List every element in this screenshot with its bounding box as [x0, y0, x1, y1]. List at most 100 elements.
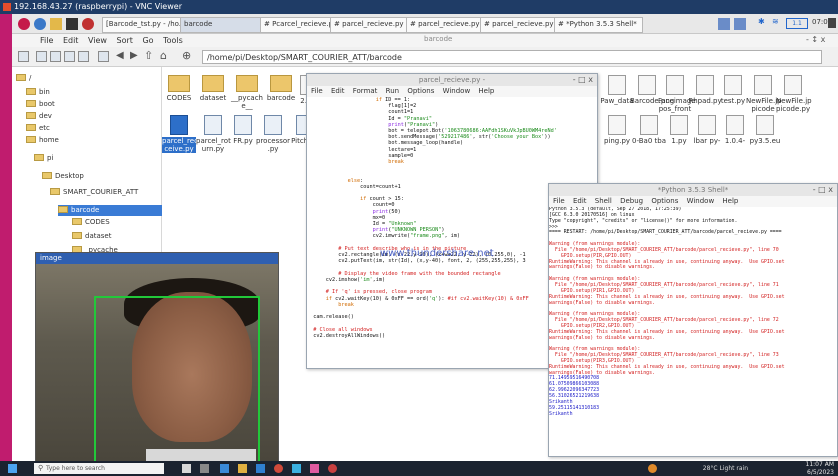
camera-preview-window: image — [35, 252, 279, 462]
shell-window-controls[interactable]: - □ x — [813, 184, 833, 196]
tree-item[interactable]: etc — [26, 123, 50, 134]
editor-menu-edit[interactable]: Edit — [331, 87, 345, 95]
shell-menu-options[interactable]: Options — [651, 197, 678, 205]
shell-menu-shell[interactable]: Shell — [595, 197, 612, 205]
tree-item[interactable]: / — [16, 73, 31, 84]
tree-item[interactable]: boot — [26, 99, 55, 110]
app-icon-4[interactable] — [328, 464, 337, 473]
tree-item[interactable]: pi — [34, 153, 53, 164]
editor-menubar: File Edit Format Run Options Window Help — [307, 86, 597, 97]
shell-output[interactable]: Python 3.5.3 (default, Sep 27 2018, 17:2… — [549, 207, 837, 456]
file-item[interactable]: dataset — [196, 75, 230, 102]
menu-file[interactable]: File — [40, 36, 53, 45]
editor-menu-format[interactable]: Format — [353, 87, 378, 95]
tree-item[interactable]: CODES — [72, 217, 110, 228]
browser-icon[interactable] — [34, 18, 46, 30]
file-label-sub: picode.py — [776, 105, 811, 113]
start-icon[interactable] — [8, 464, 17, 473]
file-label-sub: picode — [751, 105, 775, 113]
file-label: NewFile.jp — [776, 97, 812, 105]
shell-menu-file[interactable]: File — [553, 197, 565, 205]
file-item[interactable]: NewFile.jp picode — [746, 75, 782, 113]
edge-icon[interactable] — [220, 464, 229, 473]
menu-edit[interactable]: Edit — [63, 36, 79, 45]
editor-menu-help[interactable]: Help — [478, 87, 494, 95]
terminal-icon[interactable] — [66, 18, 78, 30]
widgets-icon[interactable] — [200, 464, 209, 473]
thumb-view-icon[interactable] — [50, 51, 61, 62]
store-icon[interactable] — [256, 464, 265, 473]
shell-menu-help[interactable]: Help — [722, 197, 738, 205]
window-thumb-icon-2[interactable] — [734, 18, 746, 30]
panel-task-button[interactable]: [Barcode_tst.py - /ho... — [102, 17, 181, 33]
compact-view-icon[interactable] — [64, 51, 75, 62]
file-item[interactable]: py3.5.eu — [748, 115, 782, 145]
home-icon[interactable]: ⌂ — [160, 49, 167, 62]
file-item[interactable]: 0-Ba0 tba — [632, 115, 666, 145]
app-icon[interactable] — [82, 18, 94, 30]
file-item[interactable]: parcel_rot urn.py — [196, 115, 231, 153]
chrome-icon[interactable] — [274, 464, 283, 473]
tree-item[interactable]: Desktop — [42, 171, 84, 182]
tree-item[interactable]: home — [26, 135, 59, 146]
menu-view[interactable]: View — [88, 36, 107, 45]
file-item[interactable]: __pycach e__ — [230, 75, 264, 110]
menu-sort[interactable]: Sort — [117, 36, 133, 45]
panel-task-button[interactable]: barcode — [180, 17, 261, 33]
tree-item[interactable]: bin — [26, 87, 50, 98]
app-icon-2[interactable] — [292, 464, 301, 473]
new-window-icon[interactable] — [18, 51, 29, 62]
window-thumb-icon[interactable] — [718, 18, 730, 30]
camera-title-bar[interactable]: image — [36, 253, 278, 264]
app-icon-3[interactable] — [310, 464, 319, 473]
editor-window-controls[interactable]: - □ x — [573, 74, 593, 86]
tree-item[interactable]: dev — [26, 111, 52, 122]
eject-icon[interactable] — [828, 18, 836, 28]
fm-window-controls[interactable]: - ↕ x — [806, 35, 825, 44]
editor-menu-window[interactable]: Window — [443, 87, 471, 95]
file-item[interactable]: test.py — [716, 75, 750, 105]
path-input[interactable]: /home/pi/Desktop/SMART_COURIER_ATT/barco… — [202, 50, 822, 64]
folder-icon[interactable] — [50, 18, 62, 30]
panel-task-button[interactable]: # parcel_recieve.py - /h... — [330, 17, 407, 33]
sidebar-toggle-icon[interactable] — [98, 51, 109, 62]
cpu-meter: 1.1 — [786, 18, 808, 29]
shell-menu-debug[interactable]: Debug — [620, 197, 643, 205]
shell-menu-window[interactable]: Window — [687, 197, 715, 205]
system-clock[interactable]: 11:07 AM 6/5/2023 — [806, 461, 834, 476]
up-icon[interactable]: ⇧ — [144, 49, 153, 62]
go-icon[interactable]: ⊕ — [182, 49, 191, 62]
taskbar-search[interactable]: Type here to search — [34, 463, 164, 474]
wifi-icon[interactable]: ≋ — [772, 17, 779, 26]
file-item[interactable]: ping.py — [600, 115, 634, 145]
explorer-icon[interactable] — [238, 464, 247, 473]
panel-task-button[interactable]: # Pcarcel_recieve.py - /... — [260, 17, 331, 33]
editor-menu-run[interactable]: Run — [386, 87, 399, 95]
file-item[interactable]: Paw_data — [600, 75, 634, 105]
forward-icon[interactable]: ▶ — [130, 50, 138, 61]
task-view-icon[interactable] — [182, 464, 191, 473]
tree-item[interactable]: SMART_COURIER_ATT — [50, 187, 138, 198]
bluetooth-icon[interactable]: ✱ — [758, 17, 765, 26]
tree-item[interactable]: dataset — [72, 231, 111, 242]
menu-tools[interactable]: Tools — [163, 36, 183, 45]
shell-menu-edit[interactable]: Edit — [573, 197, 587, 205]
file-item[interactable]: 1.0.4- — [718, 115, 752, 145]
panel-task-button[interactable]: # parcel_recieve.py - /h... — [406, 17, 481, 33]
file-item[interactable]: Faceimage pos_front — [658, 75, 696, 113]
file-item[interactable]: FR.py — [226, 115, 260, 145]
back-icon[interactable]: ◀ — [116, 50, 124, 61]
panel-task-button[interactable]: # parcel_recieve.py - /h... — [480, 17, 555, 33]
file-item[interactable]: processor .py — [256, 115, 290, 153]
editor-menu-file[interactable]: File — [311, 87, 323, 95]
icon-view-icon[interactable] — [36, 51, 47, 62]
raspberry-menu-icon[interactable] — [18, 18, 30, 30]
editor-menu-options[interactable]: Options — [407, 87, 434, 95]
panel-task-button[interactable]: # *Python 3.5.3 Shell* — [554, 17, 643, 33]
file-item[interactable]: CODES — [162, 75, 196, 102]
vnc-title-bar[interactable]: 192.168.43.27 (raspberrypi) - VNC Viewer — [0, 0, 838, 14]
file-item[interactable]: NewFile.jp picode.py — [776, 75, 812, 113]
menu-go[interactable]: Go — [142, 36, 153, 45]
file-item[interactable]: parcel_rec ceive.py — [162, 115, 198, 153]
list-view-icon[interactable] — [78, 51, 89, 62]
